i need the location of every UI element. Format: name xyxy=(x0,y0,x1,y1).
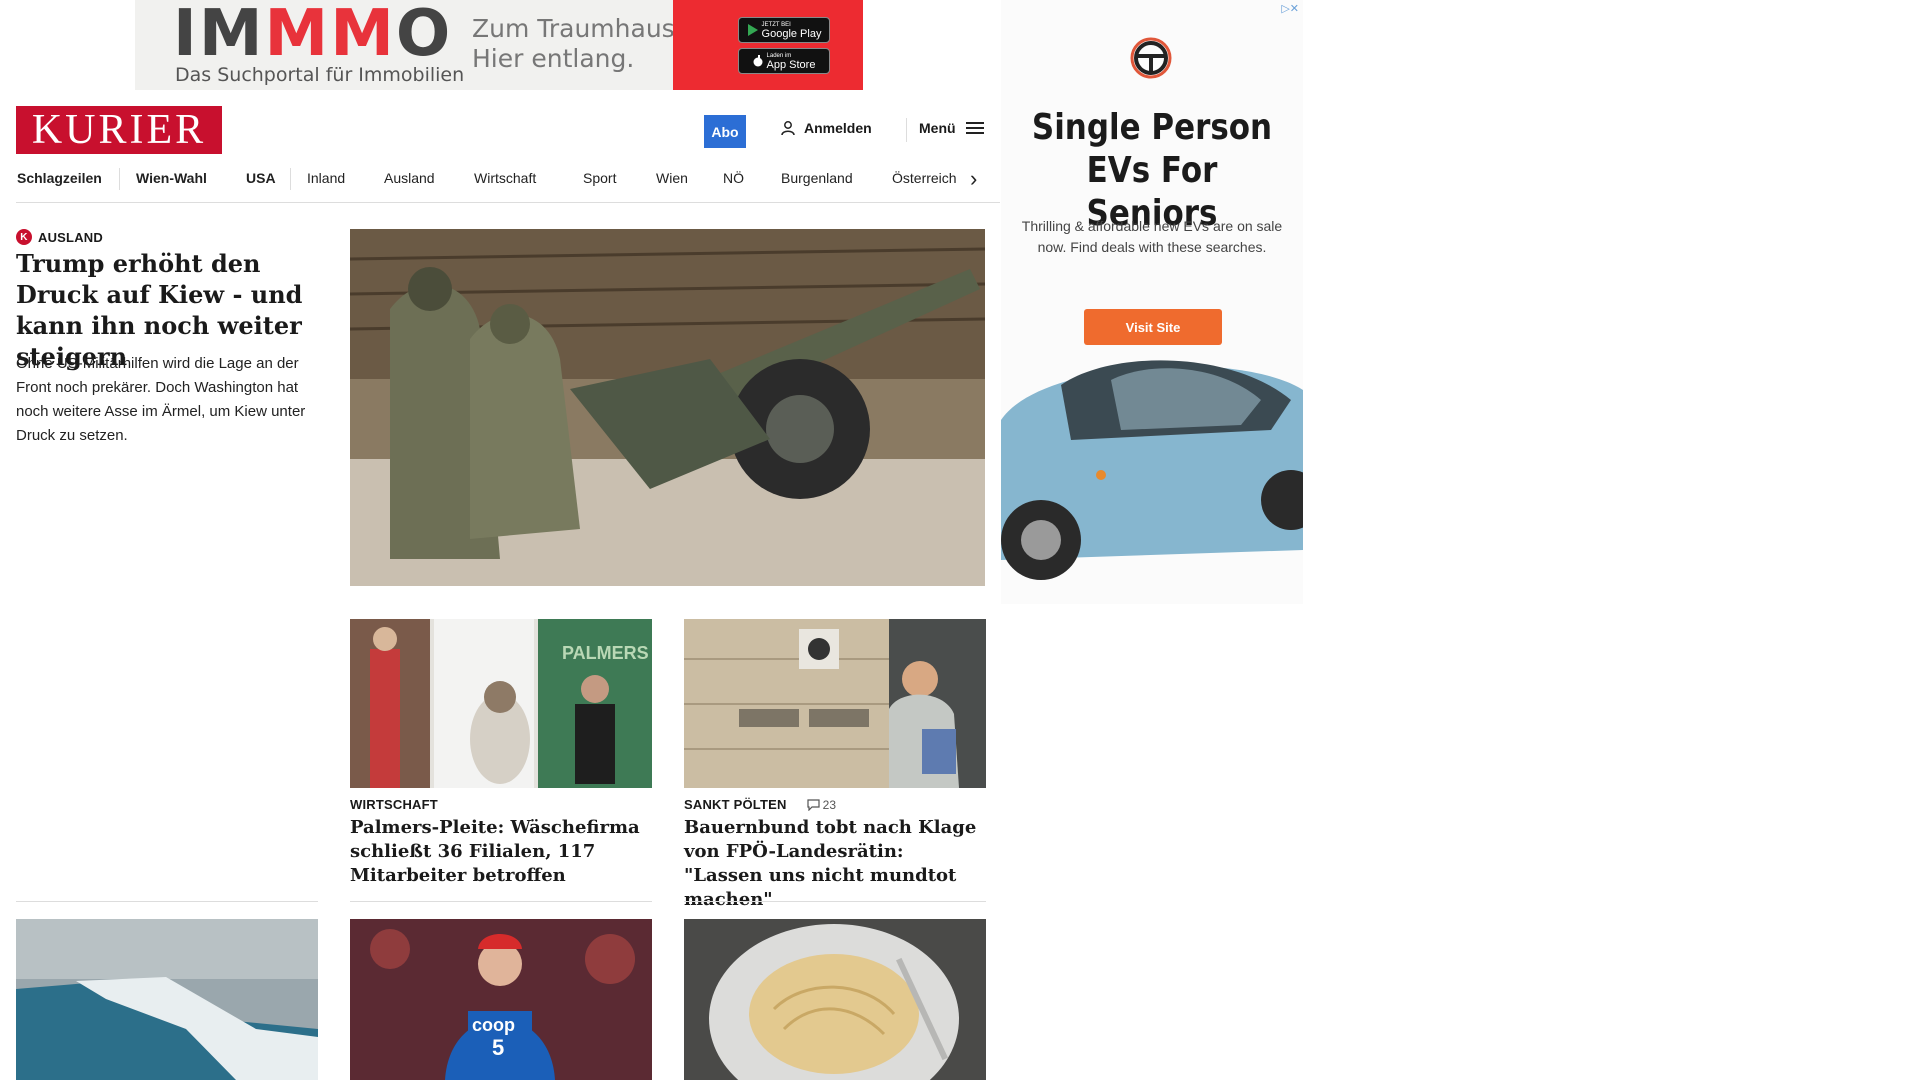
nav-item-burgenland[interactable]: Burgenland xyxy=(781,170,853,186)
nav-item-inland[interactable]: Inland xyxy=(307,170,345,186)
bauernbund-image[interactable] xyxy=(684,619,986,788)
menu-button[interactable]: Menü xyxy=(919,120,984,136)
nav-item-wirtschaft[interactable]: Wirtschaft xyxy=(474,170,536,186)
comment-icon xyxy=(806,798,820,811)
chevron-right-icon[interactable]: › xyxy=(970,166,977,192)
ad-tagline: Das Suchportal für Immobilien xyxy=(175,64,465,86)
immmo-logo: IMMMO xyxy=(173,0,453,71)
ad-store-panel: JETZT BEI Google Play Laden im App Store xyxy=(673,0,863,90)
comments-count[interactable]: 23 xyxy=(806,798,837,812)
user-icon xyxy=(781,121,795,136)
article-headline[interactable]: Bauernbund tobt nach Klage von FPÖ-Lande… xyxy=(684,816,986,912)
apple-icon xyxy=(753,55,763,67)
side-ad-banner[interactable]: ▷✕ Single Person EVs For Seniors Thrilli… xyxy=(1001,0,1303,604)
login-button[interactable]: Anmelden xyxy=(780,120,872,136)
play-icon xyxy=(747,24,758,36)
nav-item-ausland[interactable]: Ausland xyxy=(384,170,435,186)
article-kicker[interactable]: WIRTSCHAFT xyxy=(350,797,438,812)
google-play-badge[interactable]: JETZT BEI Google Play xyxy=(738,17,830,43)
header-divider xyxy=(906,118,907,142)
palmers-storefront-photo: PALMERS xyxy=(350,619,652,788)
divider xyxy=(350,901,652,902)
nav-item-wien[interactable]: Wien xyxy=(656,170,688,186)
nav-item-noe[interactable]: NÖ xyxy=(723,170,744,186)
top-banner-ad[interactable]: IMMMO Das Suchportal für Immobilien Zum … xyxy=(135,0,863,90)
abo-button[interactable]: Abo xyxy=(704,115,746,148)
svg-text:5: 5 xyxy=(492,1035,504,1060)
lead-teaser[interactable]: Ohne US-Militärhilfen wird die Lage an d… xyxy=(16,352,318,448)
nav-divider xyxy=(290,168,291,190)
nav-item-sport[interactable]: Sport xyxy=(583,170,616,186)
kurier-logo[interactable]: KURIER xyxy=(16,106,222,154)
app-store-badge[interactable]: Laden im App Store xyxy=(738,48,830,74)
section-nav: Schlagzeilen Wien-Wahl USA Inland Auslan… xyxy=(16,166,1000,203)
hamburger-icon xyxy=(965,122,984,134)
ad-choices-icon[interactable]: ▷✕ xyxy=(1281,2,1299,15)
palmers-image[interactable]: PALMERS xyxy=(350,619,652,788)
divider xyxy=(684,901,986,902)
steering-wheel-icon xyxy=(1130,37,1172,79)
ev-car-image xyxy=(1001,360,1303,580)
article-kicker[interactable]: SANKT PÖLTEN 23 xyxy=(684,797,836,812)
nav-divider xyxy=(119,168,120,190)
nav-item-schlagzeilen[interactable]: Schlagzeilen xyxy=(17,170,102,186)
pasta-image[interactable] xyxy=(684,919,986,1080)
lead-kicker[interactable]: K AUSLAND xyxy=(16,229,103,245)
svg-text:PALMERS: PALMERS xyxy=(562,643,649,663)
k-badge-icon: K xyxy=(16,229,32,245)
skier-image[interactable]: coop 5 xyxy=(350,919,652,1080)
ad-description: Thrilling & affordable new EVs are on sa… xyxy=(1021,218,1283,255)
skier-photo: coop 5 xyxy=(350,919,652,1080)
iceberg-image[interactable] xyxy=(16,919,318,1080)
nav-item-usa[interactable]: USA xyxy=(246,170,276,186)
iceberg-photo xyxy=(16,919,318,1080)
article-headline[interactable]: Palmers-Pleite: Wäschefirma schließt 36 … xyxy=(350,816,652,888)
building-woman-photo xyxy=(684,619,986,788)
divider xyxy=(16,901,318,902)
artillery-photo xyxy=(350,229,985,586)
svg-text:coop: coop xyxy=(472,1015,515,1035)
carbonara-photo xyxy=(684,919,986,1080)
nav-item-wien-wahl[interactable]: Wien-Wahl xyxy=(136,170,207,186)
nav-item-oesterreich[interactable]: Österreich xyxy=(892,170,957,186)
lead-image-artillery[interactable] xyxy=(350,229,985,586)
ad-slogan: Zum Traumhaus? Hier entlang. xyxy=(472,14,688,73)
